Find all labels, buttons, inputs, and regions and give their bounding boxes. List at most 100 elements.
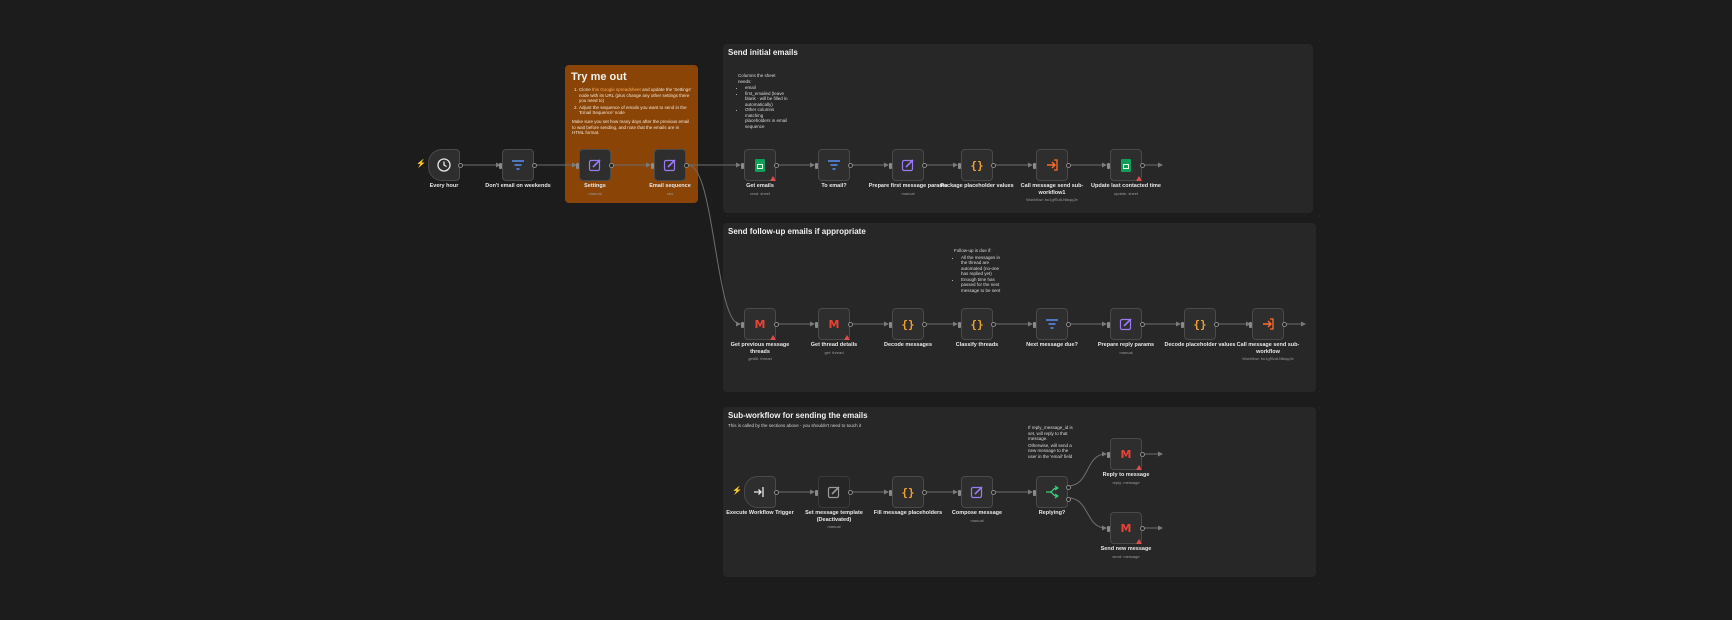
node-dont-email-on-weekends[interactable]	[499, 149, 537, 181]
output-handle[interactable]	[774, 163, 779, 168]
node-send-new-message[interactable]: M	[1107, 512, 1145, 544]
node-label: Settings manual	[584, 183, 606, 196]
output-handle[interactable]	[991, 163, 996, 168]
output-handle[interactable]	[1066, 163, 1071, 168]
filter-icon	[1046, 319, 1058, 329]
input-handle[interactable]	[1249, 322, 1252, 328]
node-package-placeholder-values[interactable]: {}	[958, 149, 996, 181]
input-handle[interactable]	[1181, 322, 1184, 328]
input-handle[interactable]	[1107, 452, 1110, 458]
try-me-step: Clone this Google spreadsheet and update…	[579, 87, 697, 104]
pencil-icon	[588, 159, 601, 172]
output-handle-true[interactable]	[1066, 485, 1071, 490]
input-handle[interactable]	[741, 163, 744, 169]
input-handle[interactable]	[1107, 322, 1110, 328]
node-settings[interactable]	[576, 149, 614, 181]
node-label: Compose message manual	[951, 510, 1003, 523]
output-handle[interactable]	[532, 163, 537, 168]
filter-icon	[828, 160, 840, 170]
node-decode-placeholder-values[interactable]: {}	[1181, 308, 1219, 340]
node-get-previous-message-threads[interactable]: M	[741, 308, 779, 340]
gmail-icon: M	[1120, 521, 1132, 535]
input-handle[interactable]	[651, 163, 654, 169]
node-label: Replying?	[1038, 510, 1066, 516]
input-handle[interactable]	[1033, 490, 1036, 496]
output-handle[interactable]	[991, 322, 996, 327]
code-icon: {}	[1193, 317, 1207, 331]
input-handle[interactable]	[1107, 163, 1110, 169]
note-sheet-columns: Columns the sheet needs: email first_ema…	[738, 73, 790, 129]
output-handle[interactable]	[1140, 163, 1145, 168]
pencil-icon	[970, 486, 983, 499]
node-reply-to-message[interactable]: M	[1107, 438, 1145, 470]
output-handle-false[interactable]	[1066, 497, 1071, 502]
input-handle[interactable]	[815, 163, 818, 169]
output-handle[interactable]	[922, 163, 927, 168]
output-handle[interactable]	[1066, 322, 1071, 327]
node-label: Don't email on weekends	[485, 183, 551, 189]
node-call-message-send-sub-workflow1[interactable]	[1033, 149, 1071, 181]
node-email-sequence[interactable]	[651, 149, 689, 181]
node-prepare-reply-params[interactable]	[1107, 308, 1145, 340]
output-handle[interactable]	[1140, 322, 1145, 327]
output-handle[interactable]	[458, 163, 463, 168]
node-label: Decode messages	[884, 342, 932, 348]
output-handle[interactable]	[1140, 526, 1145, 531]
output-handle[interactable]	[684, 163, 689, 168]
input-handle[interactable]	[958, 490, 961, 496]
node-compose-message[interactable]	[958, 476, 996, 508]
input-handle[interactable]	[958, 163, 961, 169]
output-handle[interactable]	[1282, 322, 1287, 327]
input-handle[interactable]	[1033, 163, 1036, 169]
google-sheets-icon	[1121, 158, 1131, 172]
pencil-icon	[827, 486, 840, 499]
node-prepare-first-message-params[interactable]	[889, 149, 927, 181]
node-get-emails[interactable]	[741, 149, 779, 181]
spreadsheet-link[interactable]: this Google spreadsheet	[592, 87, 641, 92]
gmail-icon: M	[828, 317, 840, 331]
output-handle[interactable]	[922, 322, 927, 327]
node-get-thread-details[interactable]: M	[815, 308, 853, 340]
output-handle[interactable]	[774, 490, 779, 495]
node-replying[interactable]	[1033, 476, 1071, 508]
node-classify-threads[interactable]: {}	[958, 308, 996, 340]
output-handle[interactable]	[848, 490, 853, 495]
node-fill-message-placeholders[interactable]: {}	[889, 476, 927, 508]
sign-in-icon	[754, 487, 764, 497]
input-handle[interactable]	[958, 322, 961, 328]
input-handle[interactable]	[889, 322, 892, 328]
input-handle[interactable]	[499, 163, 502, 169]
output-handle[interactable]	[774, 322, 779, 327]
node-every-hour[interactable]	[428, 149, 463, 181]
output-handle[interactable]	[991, 490, 996, 495]
node-next-message-due[interactable]	[1033, 308, 1071, 340]
code-icon: {}	[970, 158, 984, 172]
node-decode-messages[interactable]: {}	[889, 308, 927, 340]
node-execute-workflow-trigger[interactable]	[744, 476, 779, 508]
section-sub-workflow[interactable]: Sub-workflow for sending the emails This…	[723, 407, 1316, 577]
input-handle[interactable]	[815, 490, 818, 496]
input-handle[interactable]	[1107, 526, 1110, 532]
node-call-message-send-sub-workflow[interactable]	[1249, 308, 1287, 340]
output-handle[interactable]	[1214, 322, 1219, 327]
input-handle[interactable]	[815, 322, 818, 328]
input-handle[interactable]	[741, 322, 744, 328]
sticky-title: Try me out	[571, 71, 627, 83]
output-handle[interactable]	[848, 163, 853, 168]
pencil-icon	[663, 159, 676, 172]
node-label: Prepare reply params manual	[1097, 342, 1155, 355]
output-handle[interactable]	[848, 322, 853, 327]
node-to-email[interactable]	[815, 149, 853, 181]
input-handle[interactable]	[889, 490, 892, 496]
input-handle[interactable]	[1033, 322, 1036, 328]
node-set-message-template[interactable]	[815, 476, 853, 508]
output-handle[interactable]	[922, 490, 927, 495]
output-handle[interactable]	[609, 163, 614, 168]
code-icon: {}	[970, 317, 984, 331]
section-title: Send initial emails	[728, 48, 798, 57]
input-handle[interactable]	[889, 163, 892, 169]
node-update-last-contacted-time[interactable]	[1107, 149, 1145, 181]
section-send-follow-up-emails[interactable]: Send follow-up emails if appropriate	[723, 223, 1316, 392]
input-handle[interactable]	[576, 163, 579, 169]
output-handle[interactable]	[1140, 452, 1145, 457]
